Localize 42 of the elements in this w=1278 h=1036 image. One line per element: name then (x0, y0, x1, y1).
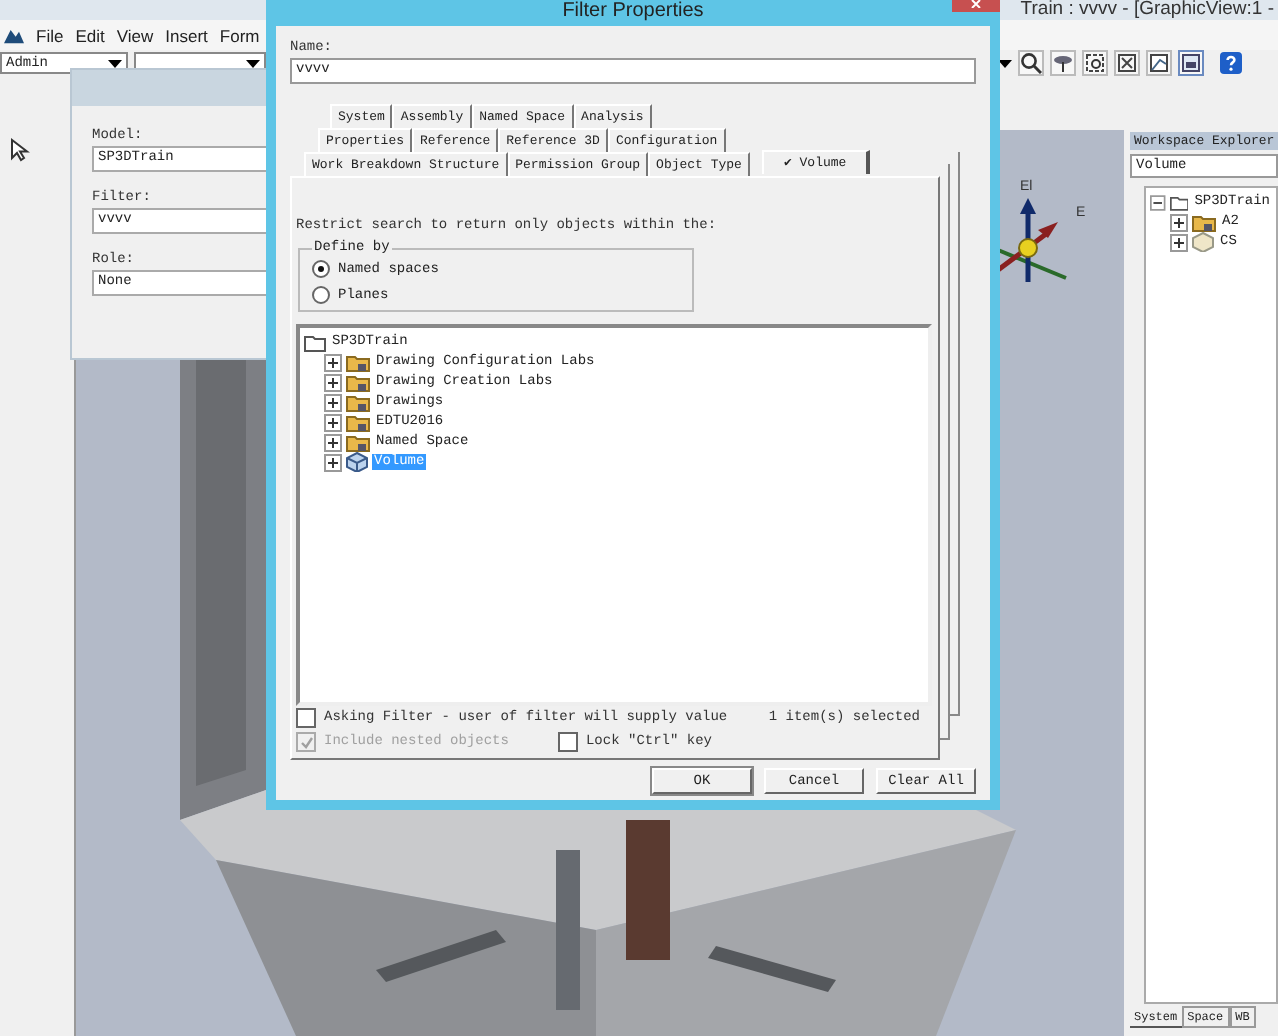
folder-icon (346, 393, 370, 411)
menu-item[interactable]: Edit (75, 25, 105, 45)
expand-icon[interactable] (324, 353, 342, 371)
checkbox[interactable] (557, 732, 578, 752)
menu-item[interactable]: Insert (165, 25, 208, 45)
expand-icon[interactable] (324, 453, 342, 471)
cube-icon (1192, 232, 1214, 252)
expand-icon[interactable] (324, 393, 342, 411)
expand-icon[interactable] (1170, 213, 1188, 231)
expand-icon[interactable] (1170, 233, 1188, 251)
cube-icon (346, 452, 368, 472)
caret-icon[interactable] (998, 59, 1012, 67)
folder-icon (1169, 193, 1189, 211)
menu-item[interactable]: File (36, 25, 64, 45)
folder-icon (1192, 213, 1216, 231)
expand-icon[interactable] (324, 413, 342, 431)
search-icon[interactable] (1018, 50, 1044, 76)
radio-button[interactable] (312, 260, 330, 278)
menu-item[interactable]: Form (219, 25, 260, 45)
pan-icon[interactable] (1050, 50, 1076, 76)
expand-icon[interactable] (324, 373, 342, 391)
folder-icon (346, 373, 370, 391)
collapse-icon[interactable] (1150, 193, 1166, 211)
window-icon[interactable] (1178, 50, 1204, 76)
folder-icon (346, 413, 370, 431)
help-icon[interactable] (1220, 52, 1242, 74)
dialog-title: Filter Properties (562, 0, 704, 22)
folder-icon (346, 353, 370, 371)
expand-icon[interactable] (324, 433, 342, 451)
folder-icon (304, 333, 326, 351)
close-icon (970, 0, 982, 8)
close-button[interactable] (952, 0, 1000, 12)
checkbox[interactable] (296, 708, 316, 728)
app-icon[interactable] (4, 26, 24, 44)
zoom-area-icon[interactable] (1082, 50, 1108, 76)
menu-item[interactable]: View (116, 25, 154, 45)
fit-icon[interactable] (1114, 50, 1140, 76)
window-title: Train : vvvv - [GraphicView:1 - (1020, 0, 1274, 20)
folder-icon (346, 433, 370, 451)
pointer-icon[interactable] (10, 138, 30, 162)
radio-button[interactable] (312, 286, 330, 304)
view-icon[interactable] (1146, 50, 1172, 76)
